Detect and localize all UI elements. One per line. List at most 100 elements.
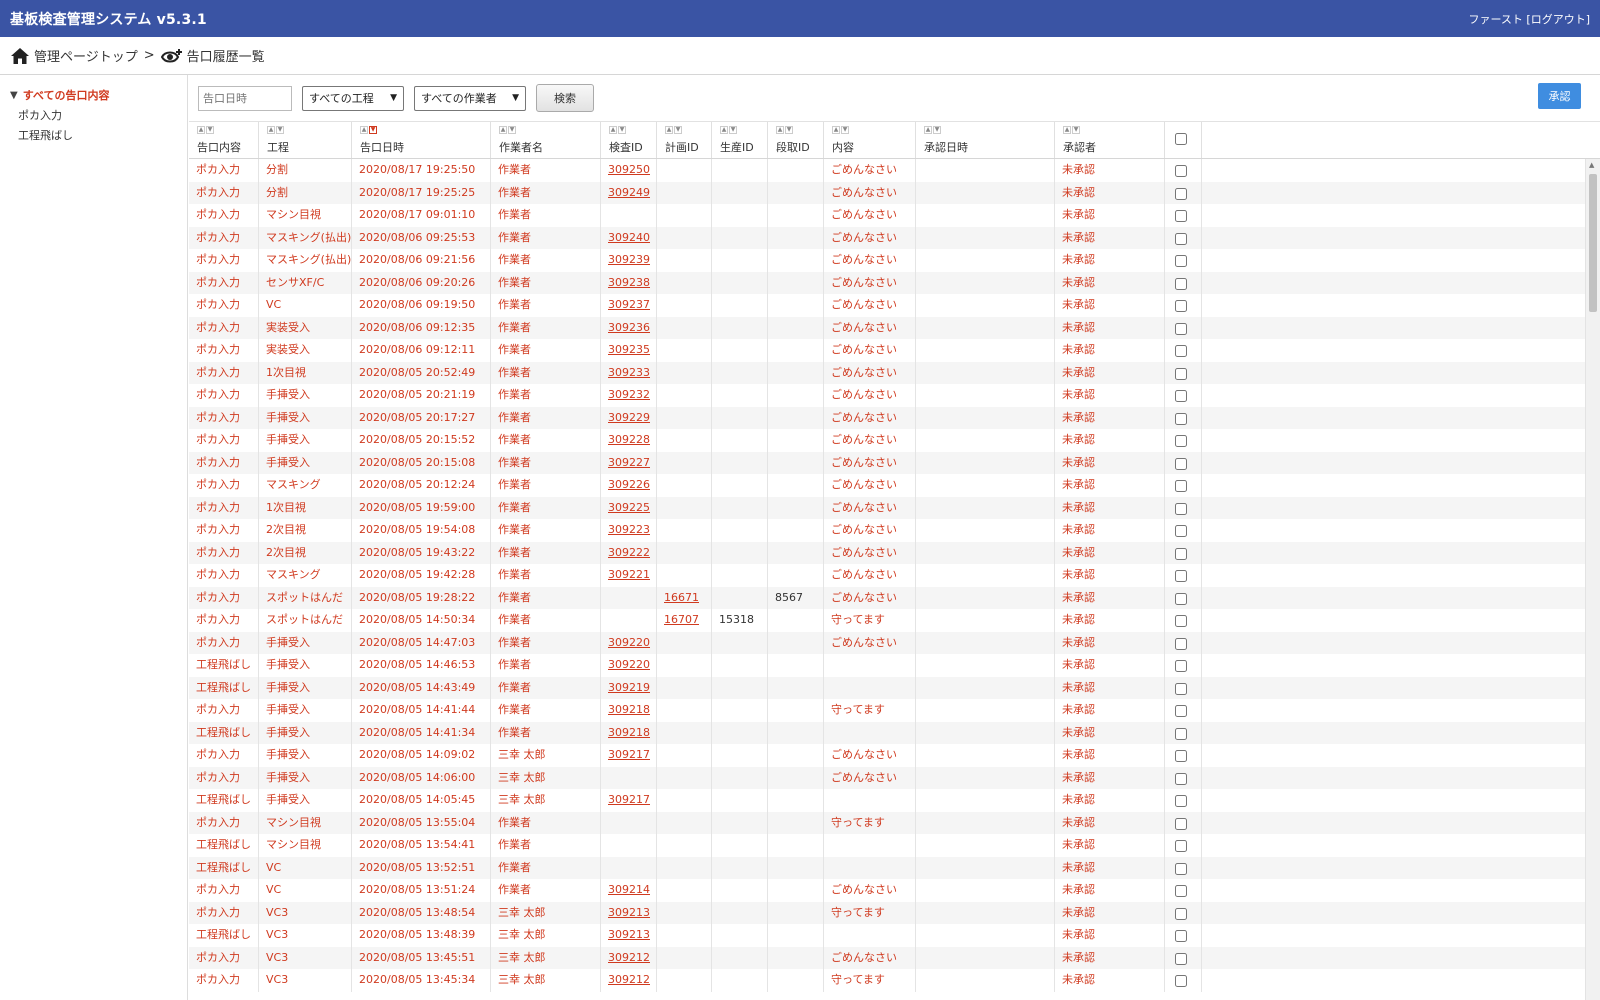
vertical-scrollbar[interactable]: ▲ (1585, 159, 1600, 1000)
sort-asc-icon[interactable]: ▲ (1063, 126, 1071, 134)
row-checkbox[interactable] (1175, 750, 1187, 762)
row-checkbox[interactable] (1175, 705, 1187, 717)
inspection-id-link[interactable]: 309212 (608, 951, 650, 964)
sort-asc-icon[interactable]: ▲ (832, 126, 840, 134)
row-checkbox[interactable] (1175, 367, 1187, 380)
inspection-id-link[interactable]: 309239 (608, 253, 650, 266)
inspection-id-link[interactable]: 309227 (608, 456, 650, 469)
plan-id-link[interactable]: 16671 (664, 591, 699, 604)
column-header-approver[interactable]: ▲ ▼ 承認者 (1055, 122, 1165, 158)
sort-controls[interactable]: ▲ ▼ (197, 126, 214, 134)
sort-controls[interactable]: ▲ ▼ (665, 126, 682, 134)
inspection-id-link[interactable]: 309222 (608, 546, 650, 559)
row-checkbox[interactable] (1175, 547, 1187, 560)
inspection-id-link[interactable]: 309235 (608, 343, 650, 356)
column-header-approved-date[interactable]: ▲ ▼ 承認日時 (916, 122, 1055, 158)
table-row[interactable]: ポカ入力 手挿受入 2020/08/05 14:41:44 作業者 309218 守ってま… (189, 699, 1586, 722)
column-header-content[interactable]: ▲ ▼ 告口内容 (189, 122, 259, 158)
table-row[interactable]: ポカ入力 手挿受入 2020/08/05 20:21:19 作業者 309232 ごめんな… (189, 384, 1586, 407)
table-row[interactable]: 工程飛ばし 手挿受入 2020/08/05 14:46:53 作業者 309220 未承認 (189, 654, 1586, 677)
inspection-id-link[interactable]: 309212 (608, 973, 650, 986)
sort-desc-icon[interactable]: ▼ (369, 126, 377, 134)
sort-asc-icon[interactable]: ▲ (665, 126, 673, 134)
table-row[interactable]: ポカ入力 2次目視 2020/08/05 19:54:08 作業者 309223 ごめんな… (189, 519, 1586, 542)
inspection-id-link[interactable]: 309232 (608, 388, 650, 401)
sort-asc-icon[interactable]: ▲ (720, 126, 728, 134)
inspection-id-link[interactable]: 309237 (608, 298, 650, 311)
row-checkbox[interactable] (1175, 840, 1187, 852)
table-row[interactable]: 工程飛ばし 手挿受入 2020/08/05 14:43:49 作業者 309219 未承認 (189, 676, 1586, 699)
table-row[interactable]: ポカ入力 VC 2020/08/05 13:51:24 作業者 309214 ごめんなさい… (189, 879, 1586, 902)
sort-desc-icon[interactable]: ▼ (785, 126, 793, 134)
column-header-worker[interactable]: ▲ ▼ 作業者名 (491, 122, 601, 158)
sort-desc-icon[interactable]: ▼ (206, 126, 214, 134)
sort-controls[interactable]: ▲ ▼ (832, 126, 849, 134)
table-row[interactable]: ポカ入力 1次目視 2020/08/05 20:52:49 作業者 309233 ごめんな… (189, 361, 1586, 384)
sort-controls[interactable]: ▲ ▼ (499, 126, 516, 134)
worker-select[interactable]: すべての作業者 ▼ (414, 85, 526, 111)
sort-desc-icon[interactable]: ▼ (1072, 126, 1080, 134)
inspection-id-link[interactable]: 309238 (608, 276, 650, 289)
logout-link[interactable]: [ログアウト] (1526, 13, 1590, 26)
column-header-detail[interactable]: ▲ ▼ 内容 (824, 122, 916, 158)
table-row[interactable]: ポカ入力 スポットはんだ 2020/08/05 14:50:34 作業者 16707 15… (189, 609, 1586, 632)
inspection-id-link[interactable]: 309226 (608, 478, 650, 491)
row-checkbox[interactable] (1175, 165, 1187, 177)
inspection-id-link[interactable]: 309249 (608, 186, 650, 199)
scroll-thumb[interactable] (1589, 174, 1597, 312)
column-header-production-id[interactable]: ▲ ▼ 生産ID (712, 122, 768, 158)
column-header-inspection-id[interactable]: ▲ ▼ 検査ID (601, 122, 657, 158)
inspection-id-link[interactable]: 309250 (608, 163, 650, 176)
row-checkbox[interactable] (1175, 210, 1187, 222)
sort-controls[interactable]: ▲ ▼ (267, 126, 284, 134)
table-row[interactable]: ポカ入力 手挿受入 2020/08/05 14:47:03 作業者 309220 ごめんな… (189, 631, 1586, 654)
table-row[interactable]: ポカ入力 手挿受入 2020/08/05 20:15:08 作業者 309227 ごめんな… (189, 451, 1586, 474)
row-checkbox[interactable] (1175, 390, 1187, 402)
row-checkbox[interactable] (1175, 907, 1187, 920)
row-checkbox[interactable] (1175, 345, 1187, 357)
table-row[interactable]: ポカ入力 手挿受入 2020/08/05 14:09:02 三幸 太郎 309217 ごめ… (189, 744, 1586, 767)
table-row[interactable]: ポカ入力 分割 2020/08/17 19:25:50 作業者 309250 ごめんなさい… (189, 159, 1586, 182)
row-checkbox[interactable] (1175, 480, 1187, 492)
sort-controls[interactable]: ▲ ▼ (720, 126, 737, 134)
row-checkbox[interactable] (1175, 615, 1187, 627)
inspection-id-link[interactable]: 309228 (608, 433, 650, 446)
table-row[interactable]: ポカ入力 VC 2020/08/06 09:19:50 作業者 309237 ごめんなさい… (189, 294, 1586, 317)
row-checkbox[interactable] (1175, 300, 1187, 312)
inspection-id-link[interactable]: 309217 (608, 793, 650, 806)
breadcrumb-home[interactable]: 管理ページトップ (10, 46, 138, 65)
inspection-id-link[interactable]: 309213 (608, 928, 650, 941)
row-checkbox[interactable] (1175, 930, 1187, 942)
sort-controls[interactable]: ▲ ▼ (609, 126, 626, 134)
table-row[interactable]: ポカ入力 マスキング(払出) 2020/08/06 09:21:56 作業者 30923… (189, 249, 1586, 272)
table-row[interactable]: 工程飛ばし VC3 2020/08/05 13:48:39 三幸 太郎 309213 未承… (189, 924, 1586, 947)
sidebar-root-all[interactable]: ▼ すべての告口内容 (0, 87, 187, 103)
table-row[interactable]: 工程飛ばし マシン目視 2020/08/05 13:54:41 作業者 未承認 (189, 834, 1586, 857)
sort-asc-icon[interactable]: ▲ (499, 126, 507, 134)
sidebar-item-poka[interactable]: ポカ入力 (0, 107, 187, 123)
sort-controls[interactable]: ▲ ▼ (776, 126, 793, 134)
sidebar-item-skip[interactable]: 工程飛ばし (0, 127, 187, 143)
row-checkbox[interactable] (1175, 817, 1187, 830)
table-row[interactable]: ポカ入力 2次目視 2020/08/05 19:43:22 作業者 309222 ごめんな… (189, 541, 1586, 564)
sort-controls[interactable]: ▲ ▼ (924, 126, 941, 134)
row-checkbox[interactable] (1175, 525, 1187, 537)
table-row[interactable]: ポカ入力 VC3 2020/08/05 13:45:51 三幸 太郎 309212 ごめん… (189, 946, 1586, 969)
row-checkbox[interactable] (1175, 232, 1187, 245)
table-row[interactable]: ポカ入力 センサXF/C 2020/08/06 09:20:26 作業者 309238 ご… (189, 271, 1586, 294)
table-row[interactable]: ポカ入力 手挿受入 2020/08/05 20:15:52 作業者 309228 ごめんな… (189, 429, 1586, 452)
row-checkbox[interactable] (1175, 862, 1187, 875)
row-checkbox[interactable] (1175, 772, 1187, 785)
row-checkbox[interactable] (1175, 255, 1187, 267)
inspection-id-link[interactable]: 309225 (608, 501, 650, 514)
table-row[interactable]: ポカ入力 マスキング 2020/08/05 19:42:28 作業者 309221 ごめん… (189, 564, 1586, 587)
sort-asc-icon[interactable]: ▲ (776, 126, 784, 134)
row-checkbox[interactable] (1175, 502, 1187, 515)
column-header-setup-id[interactable]: ▲ ▼ 段取ID (768, 122, 824, 158)
sort-desc-icon[interactable]: ▼ (674, 126, 682, 134)
row-checkbox[interactable] (1175, 637, 1187, 650)
table-row[interactable]: ポカ入力 スポットはんだ 2020/08/05 19:28:22 作業者 16671 85… (189, 586, 1586, 609)
column-header-process[interactable]: ▲ ▼ 工程 (259, 122, 352, 158)
table-row[interactable]: ポカ入力 VC3 2020/08/05 13:48:54 三幸 太郎 309213 守って… (189, 901, 1586, 924)
inspection-id-link[interactable]: 309236 (608, 321, 650, 334)
